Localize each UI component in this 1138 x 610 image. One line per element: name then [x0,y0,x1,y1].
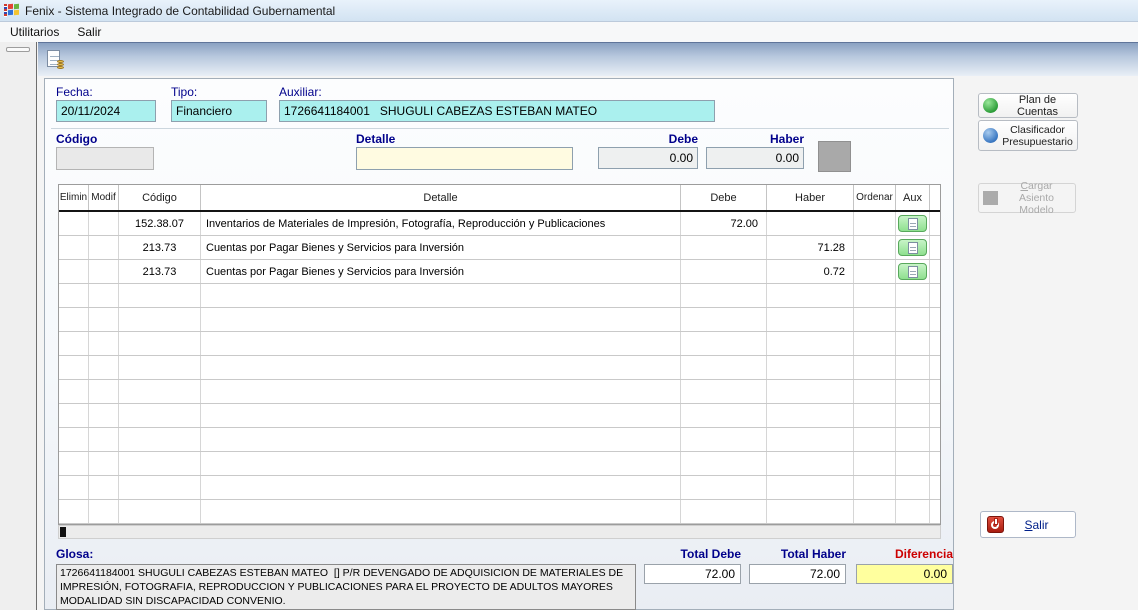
table-row[interactable]: 213.73 Cuentas por Pagar Bienes y Servic… [59,236,940,260]
table-empty-row [59,404,940,428]
row-detalle: Cuentas por Pagar Bienes y Servicios par… [201,236,681,259]
app-icon [4,3,20,18]
codigo-label: Código [56,132,97,146]
row-codigo: 213.73 [119,236,201,259]
document-icon [908,218,918,230]
aux-button[interactable] [898,239,927,256]
table-empty-row [59,452,940,476]
cargar-asiento-modelo-button[interactable]: Cargar Asiento Modelo [978,183,1076,213]
row-debe [681,260,767,283]
salir-label: Salir [1004,518,1069,532]
power-icon [987,516,1004,533]
haber-input[interactable]: 0.00 [706,147,804,169]
total-debe-label: Total Debe [644,547,741,561]
total-debe-value: 72.00 [644,564,741,584]
tipo-input[interactable]: Financiero [171,100,267,122]
table-empty-row [59,380,940,404]
window-title: Fenix - Sistema Integrado de Contabilida… [25,4,335,18]
total-haber-label: Total Haber [749,547,846,561]
menu-bar: Utilitarios Salir [0,22,1138,42]
status-swatch-button[interactable] [818,141,851,172]
diferencia-label: Diferencia [856,547,953,561]
row-codigo: 152.38.07 [119,212,201,235]
row-haber: 0.72 [767,260,854,283]
row-haber: 71.28 [767,236,854,259]
row-debe [681,236,767,259]
col-header-aux: Aux [896,185,930,210]
detalle-input[interactable] [356,147,573,170]
col-header-modif: Modif [89,185,119,210]
table-row[interactable]: 152.38.07 Inventarios de Materiales de I… [59,212,940,236]
row-detalle: Inventarios de Materiales de Impresión, … [201,212,681,235]
clasificador-presupuestario-button[interactable]: Clasificador Presupuestario [978,120,1078,151]
table-empty-row [59,476,940,500]
toolbar [38,42,1138,76]
document-icon [908,242,918,254]
col-header-ordenar: Ordenar [854,185,896,210]
detalle-label: Detalle [356,132,395,146]
row-debe: 72.00 [681,212,767,235]
entry-form-panel: Fecha: Tipo: Auxiliar: 20/11/2024 Financ… [44,78,954,610]
table-empty-row [59,332,940,356]
col-header-detalle: Detalle [201,185,681,210]
divider [51,128,949,129]
col-header-debe: Debe [681,185,767,210]
entries-table: Elimin Modif Código Detalle Debe Haber O… [58,184,941,525]
gray-square-icon [983,191,998,205]
journal-entry-icon[interactable] [46,50,68,72]
row-codigo: 213.73 [119,260,201,283]
fecha-label: Fecha: [56,85,93,99]
tipo-label: Tipo: [171,85,197,99]
title-bar: Fenix - Sistema Integrado de Contabilida… [0,0,1138,22]
diferencia-value: 0.00 [856,564,953,584]
scrollbar-thumb[interactable] [60,527,66,537]
aux-button[interactable] [898,215,927,232]
fecha-input[interactable]: 20/11/2024 [56,100,156,122]
codigo-input[interactable] [56,147,154,170]
blue-sphere-icon [983,128,998,143]
col-header-elimin: Elimin [59,185,89,210]
table-header-row: Elimin Modif Código Detalle Debe Haber O… [59,185,940,212]
plan-de-cuentas-label: Plan de Cuentas [1002,94,1073,118]
total-haber-value: 72.00 [749,564,846,584]
haber-label: Haber [706,132,804,146]
horizontal-scrollbar[interactable] [58,525,941,539]
table-row[interactable]: 213.73 Cuentas por Pagar Bienes y Servic… [59,260,940,284]
table-empty-row [59,428,940,452]
table-empty-row [59,356,940,380]
glosa-label: Glosa: [56,547,93,561]
plan-de-cuentas-button[interactable]: Plan de Cuentas [978,93,1078,118]
row-detalle: Cuentas por Pagar Bienes y Servicios par… [201,260,681,283]
menu-item-utilitarios[interactable]: Utilitarios [2,23,67,41]
green-sphere-icon [983,98,998,113]
table-empty-row [59,284,940,308]
menu-item-salir[interactable]: Salir [69,23,109,41]
auxiliar-label: Auxiliar: [279,85,322,99]
cargar-asiento-label: Cargar Asiento Modelo [1002,180,1071,216]
col-header-haber: Haber [767,185,854,210]
clasificador-label: Clasificador Presupuestario [1002,124,1073,148]
glosa-textarea[interactable]: 1726641184001 SHUGULI CABEZAS ESTEBAN MA… [56,564,636,610]
auxiliar-input[interactable]: 1726641184001 SHUGULI CABEZAS ESTEBAN MA… [279,100,715,122]
document-icon [908,266,918,278]
table-empty-row [59,500,940,524]
splitter-grip[interactable] [6,47,30,52]
table-empty-row [59,308,940,332]
salir-button[interactable]: Salir [980,511,1076,538]
row-haber [767,212,854,235]
debe-label: Debe [598,132,698,146]
debe-input[interactable]: 0.00 [598,147,698,169]
aux-button[interactable] [898,263,927,280]
left-panel-strip [0,42,37,610]
col-header-codigo: Código [119,185,201,210]
